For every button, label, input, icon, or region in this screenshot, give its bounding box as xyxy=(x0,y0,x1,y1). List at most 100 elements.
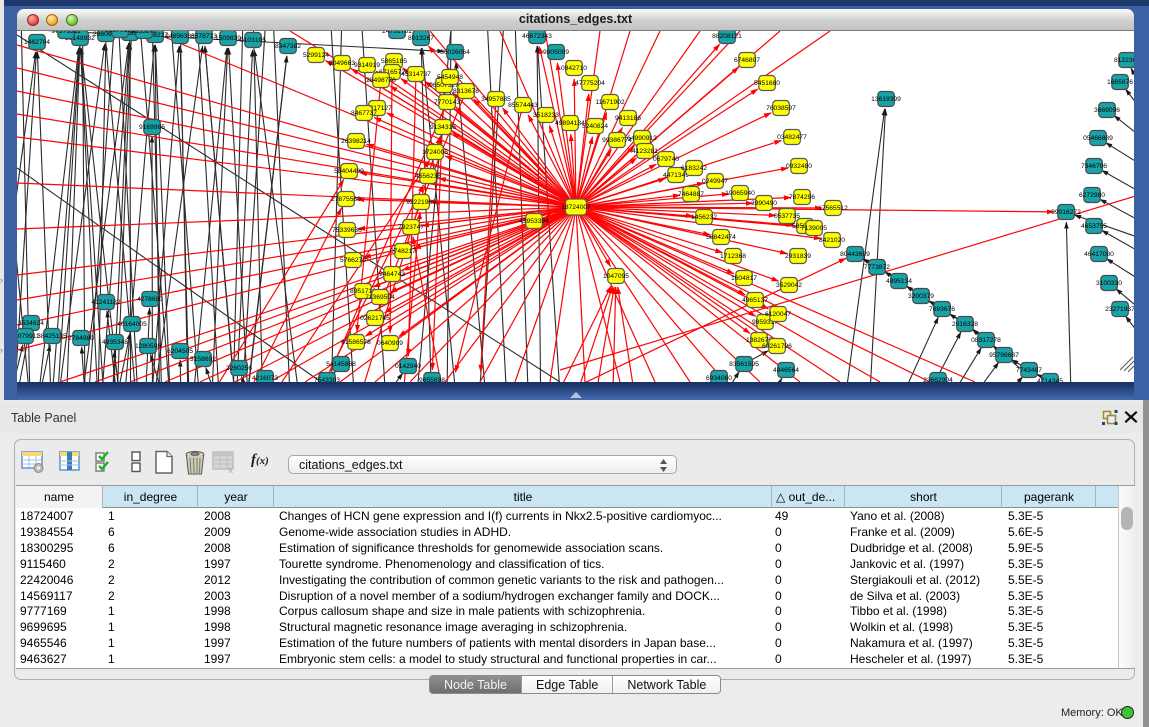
svg-text:49894134: 49894134 xyxy=(555,120,585,127)
svg-text:7693676: 7693676 xyxy=(929,306,955,313)
svg-text:7743487: 7743487 xyxy=(1016,367,1042,374)
svg-text:5766270: 5766270 xyxy=(340,257,366,264)
svg-text:3669096: 3669096 xyxy=(1094,107,1120,114)
svg-text:0103105: 0103105 xyxy=(240,37,266,44)
svg-text:17565512: 17565512 xyxy=(818,205,848,212)
svg-text:27875588: 27875588 xyxy=(331,196,361,203)
svg-text:23271937: 23271937 xyxy=(1105,306,1134,313)
svg-text:9314919: 9314919 xyxy=(354,62,380,69)
svg-text:28498776: 28498776 xyxy=(366,77,396,84)
svg-text:4965137: 4965137 xyxy=(742,297,768,304)
svg-text:2931839: 2931839 xyxy=(785,253,811,260)
svg-text:61586578: 61586578 xyxy=(341,339,371,346)
svg-text:1724005: 1724005 xyxy=(422,149,448,156)
svg-text:6272980: 6272980 xyxy=(1079,192,1105,199)
svg-text:1456232: 1456232 xyxy=(691,214,717,221)
svg-text:0142940: 0142940 xyxy=(395,363,421,370)
svg-text:4556238: 4556238 xyxy=(415,173,441,180)
svg-text:3990490: 3990490 xyxy=(751,200,777,207)
svg-text:x: x xyxy=(228,465,233,474)
svg-text:6746807: 6746807 xyxy=(734,57,760,64)
svg-text:9413186: 9413186 xyxy=(615,115,641,122)
svg-text:13619399: 13619399 xyxy=(871,96,901,103)
svg-text:64990913: 64990913 xyxy=(627,135,657,142)
svg-text:7874296: 7874296 xyxy=(789,194,815,201)
svg-text:85574443: 85574443 xyxy=(508,102,538,109)
svg-text:46872343: 46872343 xyxy=(522,33,552,40)
svg-text:7923747: 7923747 xyxy=(398,224,424,231)
svg-text:2784980: 2784980 xyxy=(68,335,94,342)
svg-text:58842474: 58842474 xyxy=(706,234,736,241)
svg-text:0679740: 0679740 xyxy=(653,156,679,163)
svg-text:0932480: 0932480 xyxy=(786,163,812,170)
svg-text:99016272: 99016272 xyxy=(1051,209,1081,216)
svg-text:03482477: 03482477 xyxy=(777,134,807,141)
svg-text:71369594: 71369594 xyxy=(365,294,395,301)
svg-text:7773872: 7773872 xyxy=(864,264,890,271)
svg-text:75339636: 75339636 xyxy=(332,227,362,234)
svg-text:7543303: 7543303 xyxy=(314,377,340,382)
svg-text:69261796: 69261796 xyxy=(762,343,792,350)
svg-text:0640909: 0640909 xyxy=(377,340,403,347)
svg-text:4895134: 4895134 xyxy=(886,278,912,285)
svg-text:19065940: 19065940 xyxy=(725,190,755,197)
svg-text:43953394: 43953394 xyxy=(519,218,549,225)
svg-text:08317278: 08317278 xyxy=(971,337,1001,344)
svg-text:9049663: 9049663 xyxy=(329,60,355,67)
svg-text:3529042: 3529042 xyxy=(776,282,802,289)
svg-text:36026064: 36026064 xyxy=(440,49,470,56)
svg-text:76038597: 76038597 xyxy=(766,105,796,112)
svg-text:47775204: 47775204 xyxy=(575,80,605,87)
svg-text:9655698: 9655698 xyxy=(419,377,445,382)
svg-text:92221969: 92221969 xyxy=(406,199,436,206)
svg-text:7139005: 7139005 xyxy=(801,225,827,232)
svg-text:3200379: 3200379 xyxy=(908,293,934,300)
svg-text:3158692: 3158692 xyxy=(190,356,216,363)
svg-text:18724007: 18724007 xyxy=(561,204,591,211)
svg-text:7346706: 7346706 xyxy=(1081,163,1107,170)
svg-text:1047095: 1047095 xyxy=(603,273,629,280)
svg-text:5299124: 5299124 xyxy=(303,52,329,59)
svg-text:5454948: 5454948 xyxy=(437,74,463,81)
svg-text:4846564: 4846564 xyxy=(773,367,799,374)
svg-text:54145868: 54145868 xyxy=(326,361,356,368)
svg-text:38425135: 38425135 xyxy=(37,333,67,340)
svg-text:0249947: 0249947 xyxy=(702,178,728,185)
svg-text:5240824: 5240824 xyxy=(582,123,608,130)
svg-text:3100330: 3100330 xyxy=(1096,280,1122,287)
svg-text:6120047: 6120047 xyxy=(765,311,791,318)
svg-text:88208121: 88208121 xyxy=(712,33,742,40)
svg-text:1509839: 1509839 xyxy=(215,35,241,42)
svg-text:4714345: 4714345 xyxy=(1037,378,1063,382)
svg-text:9169985: 9169985 xyxy=(139,124,165,131)
svg-text:7770143: 7770143 xyxy=(434,99,460,106)
svg-text:8421020: 8421020 xyxy=(819,237,845,244)
svg-text:2016328: 2016328 xyxy=(952,321,978,328)
svg-text:1333872: 1333872 xyxy=(131,31,157,35)
svg-text:34957885: 34957885 xyxy=(481,96,511,103)
svg-text:23662994: 23662994 xyxy=(923,377,953,382)
svg-text:2260256: 2260256 xyxy=(226,365,252,372)
svg-text:9805009: 9805009 xyxy=(543,49,569,56)
svg-text:8122362: 8122362 xyxy=(1114,57,1134,64)
svg-text:5451680: 5451680 xyxy=(754,80,780,87)
svg-text:26398214: 26398214 xyxy=(341,138,371,145)
svg-text:8313678: 8313678 xyxy=(453,88,479,95)
svg-text:6934060: 6934060 xyxy=(706,375,732,382)
svg-text:9134316: 9134316 xyxy=(430,124,456,131)
svg-text:3534624: 3534624 xyxy=(18,320,44,327)
svg-text:83561595: 83561595 xyxy=(729,361,759,368)
svg-text:0842710: 0842710 xyxy=(561,65,587,72)
svg-text:0537735: 0537735 xyxy=(774,213,800,220)
svg-text:1665876: 1665876 xyxy=(1107,79,1133,86)
svg-text:7464887: 7464887 xyxy=(678,191,704,198)
svg-text:8347382: 8347382 xyxy=(275,43,301,50)
svg-text:4935348: 4935348 xyxy=(102,339,128,346)
svg-text:4278680: 4278680 xyxy=(137,296,163,303)
svg-text:8467737: 8467737 xyxy=(351,110,377,117)
svg-text:46417080: 46417080 xyxy=(1084,251,1114,258)
svg-text:1280598: 1280598 xyxy=(135,343,161,350)
svg-text:4216073: 4216073 xyxy=(252,375,278,382)
svg-text:8013267: 8013267 xyxy=(408,35,434,42)
svg-text:45314737: 45314737 xyxy=(401,71,431,78)
